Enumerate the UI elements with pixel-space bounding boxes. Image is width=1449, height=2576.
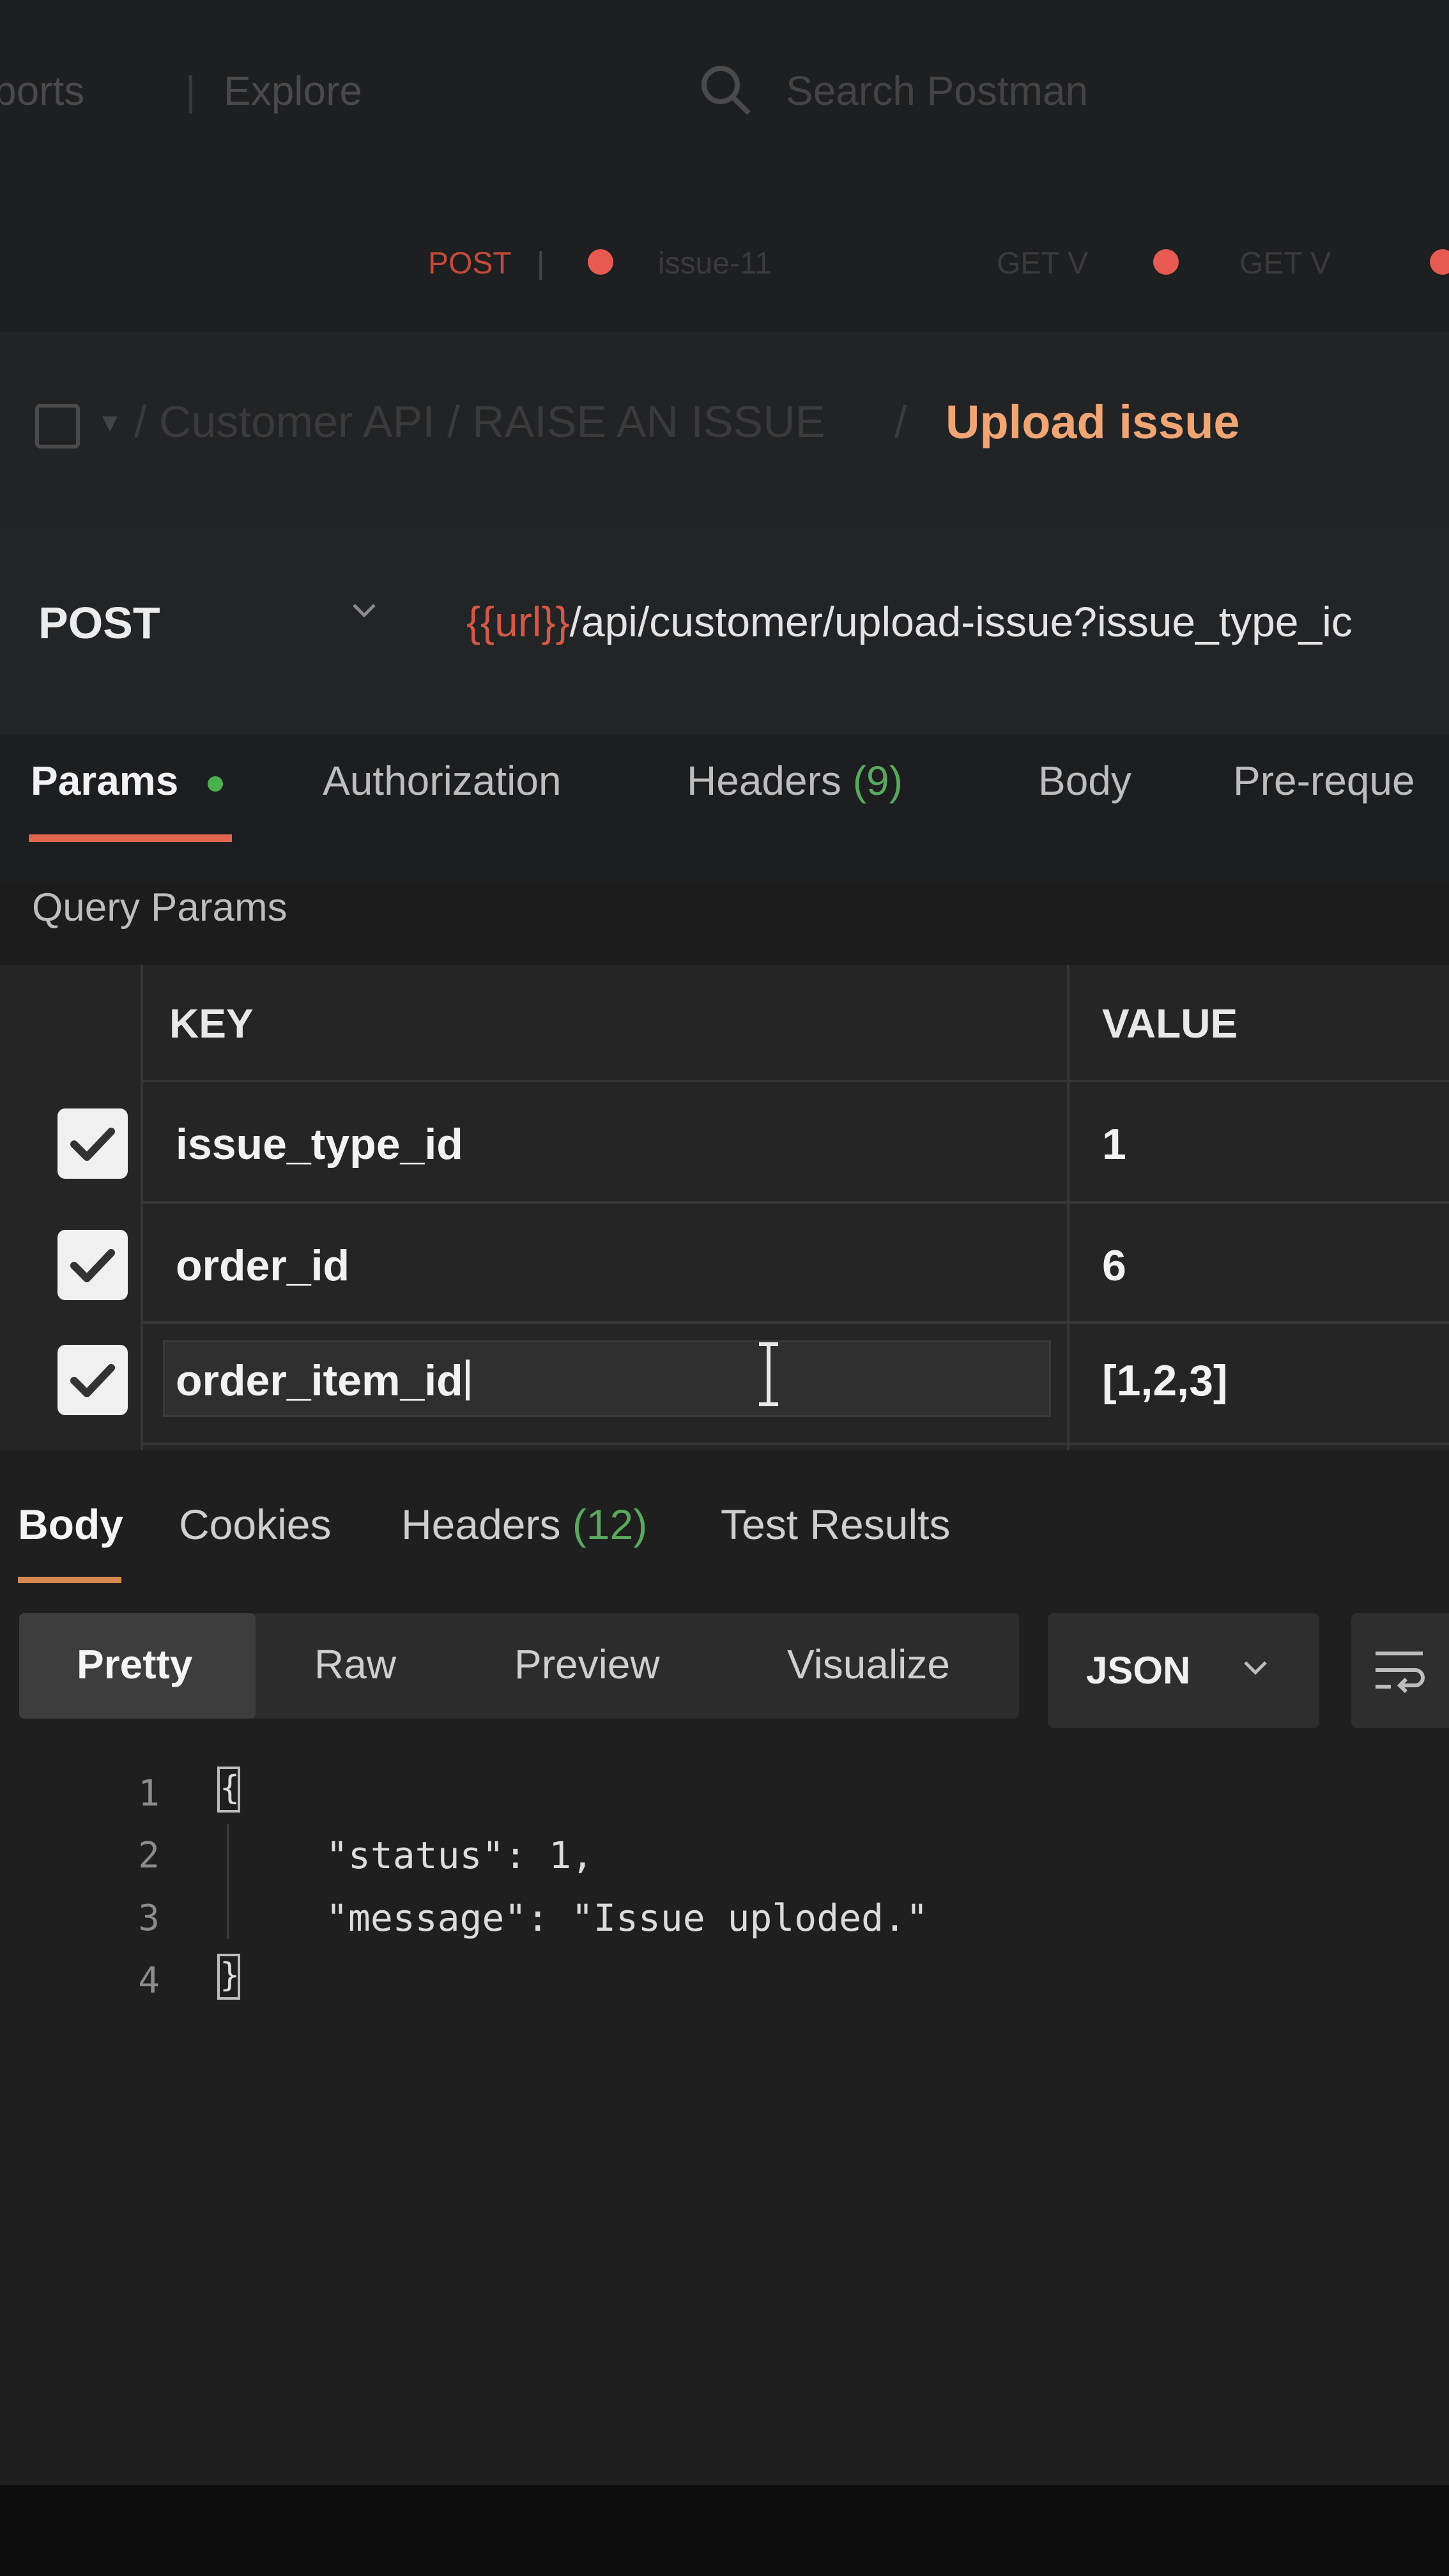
param-key[interactable]: order_id bbox=[176, 1241, 349, 1291]
open-tab-name[interactable]: issue-11 bbox=[658, 246, 772, 281]
text-cursor-icon bbox=[753, 1339, 785, 1409]
format-preview-button[interactable]: Preview bbox=[514, 1641, 660, 1688]
open-tab-name[interactable]: GET V bbox=[1239, 246, 1331, 281]
tab-params[interactable]: Params bbox=[31, 757, 178, 804]
chevron-down-icon[interactable]: ▾ bbox=[102, 404, 118, 440]
code-brace-open[interactable]: { bbox=[217, 1767, 240, 1813]
response-tab-test-results[interactable]: Test Results bbox=[721, 1500, 950, 1549]
line-number: 4 bbox=[138, 1960, 160, 2002]
query-params-title: Query Params bbox=[32, 885, 288, 930]
open-tab-method[interactable]: POST bbox=[428, 246, 512, 281]
screen-bezel bbox=[0, 2485, 1449, 2576]
search-input[interactable]: Search Postman bbox=[786, 67, 1088, 114]
search-icon[interactable] bbox=[696, 61, 754, 118]
indent-guide bbox=[227, 1824, 229, 1939]
open-tab-separator: | bbox=[537, 247, 545, 280]
wrap-lines-button[interactable] bbox=[1351, 1613, 1449, 1728]
tab-prerequest[interactable]: Pre-reque bbox=[1233, 757, 1415, 804]
param-value[interactable]: [1,2,3] bbox=[1102, 1356, 1228, 1406]
method-select[interactable]: POST bbox=[38, 597, 160, 648]
response-tab-headers-label: Headers bbox=[401, 1501, 561, 1548]
breadcrumb-current[interactable]: Upload issue bbox=[946, 395, 1240, 449]
open-tab-name[interactable]: GET V bbox=[997, 246, 1088, 281]
collection-icon bbox=[35, 404, 80, 448]
tab-headers-label: Headers bbox=[687, 758, 841, 804]
param-key[interactable]: order_item_id bbox=[176, 1356, 470, 1406]
tab-authorization[interactable]: Authorization bbox=[323, 757, 562, 804]
url-input[interactable]: {{url}}/api/customer/upload-issue?issue_… bbox=[466, 597, 1353, 646]
url-variable: {{url}} bbox=[466, 598, 570, 645]
tab-headers[interactable]: Headers (9) bbox=[687, 757, 903, 804]
line-number: 3 bbox=[138, 1897, 160, 1939]
text-caret bbox=[465, 1360, 470, 1400]
nav-link-explore[interactable]: Explore bbox=[224, 67, 362, 114]
language-select-label: JSON bbox=[1086, 1649, 1191, 1692]
tab-headers-count: (9) bbox=[852, 758, 903, 804]
column-header-key: KEY bbox=[169, 1000, 254, 1046]
column-header-value: VALUE bbox=[1102, 1000, 1238, 1046]
response-tab-body[interactable]: Body bbox=[18, 1500, 123, 1549]
params-status-dot-icon bbox=[208, 776, 223, 792]
code-line: "status": 1, bbox=[326, 1834, 594, 1877]
table-divider bbox=[141, 1321, 1449, 1324]
code-brace-close[interactable]: } bbox=[217, 1954, 240, 2000]
tab-body[interactable]: Body bbox=[1038, 757, 1131, 804]
format-pretty-label: Pretty bbox=[77, 1641, 193, 1687]
line-number: 2 bbox=[138, 1835, 160, 1876]
code-line: "message": "Issue uploded." bbox=[326, 1896, 928, 1940]
format-raw-button[interactable]: Raw bbox=[314, 1641, 396, 1688]
wrap-lines-icon bbox=[1376, 1652, 1425, 1694]
checkbox-checked-icon[interactable] bbox=[57, 1230, 128, 1300]
nav-separator: | bbox=[185, 68, 196, 114]
active-tab-underline bbox=[18, 1577, 121, 1583]
breadcrumb-path[interactable]: / Customer API / RAISE AN ISSUE bbox=[134, 396, 825, 447]
table-divider bbox=[141, 1201, 1449, 1204]
chevron-down-icon[interactable] bbox=[345, 591, 383, 629]
checkbox-checked-icon[interactable] bbox=[57, 1108, 128, 1179]
table-divider bbox=[141, 1080, 1449, 1082]
param-value[interactable]: 1 bbox=[1102, 1119, 1126, 1169]
unsaved-dot-icon bbox=[1153, 249, 1179, 275]
table-divider bbox=[141, 1443, 1449, 1445]
table-divider bbox=[141, 965, 143, 1450]
url-path: /api/customer/upload-issue?issue_type_ic bbox=[569, 598, 1353, 645]
param-key[interactable]: issue_type_id bbox=[176, 1119, 463, 1169]
line-number: 1 bbox=[138, 1773, 160, 1814]
nav-link-reports[interactable]: ports bbox=[0, 67, 84, 114]
response-tab-cookies[interactable]: Cookies bbox=[179, 1500, 331, 1549]
param-key-text: order_item_id bbox=[176, 1356, 463, 1405]
table-divider bbox=[1067, 965, 1070, 1450]
param-value[interactable]: 6 bbox=[1102, 1241, 1126, 1291]
checkbox-checked-icon[interactable] bbox=[57, 1345, 128, 1415]
response-tab-headers-count: (12) bbox=[572, 1501, 648, 1548]
breadcrumb-separator: / bbox=[894, 397, 907, 447]
chevron-down-icon bbox=[1236, 1648, 1275, 1687]
format-visualize-button[interactable]: Visualize bbox=[787, 1641, 950, 1688]
unsaved-dot-icon bbox=[588, 249, 613, 275]
response-tab-headers[interactable]: Headers (12) bbox=[401, 1500, 647, 1549]
active-tab-underline bbox=[29, 834, 232, 842]
